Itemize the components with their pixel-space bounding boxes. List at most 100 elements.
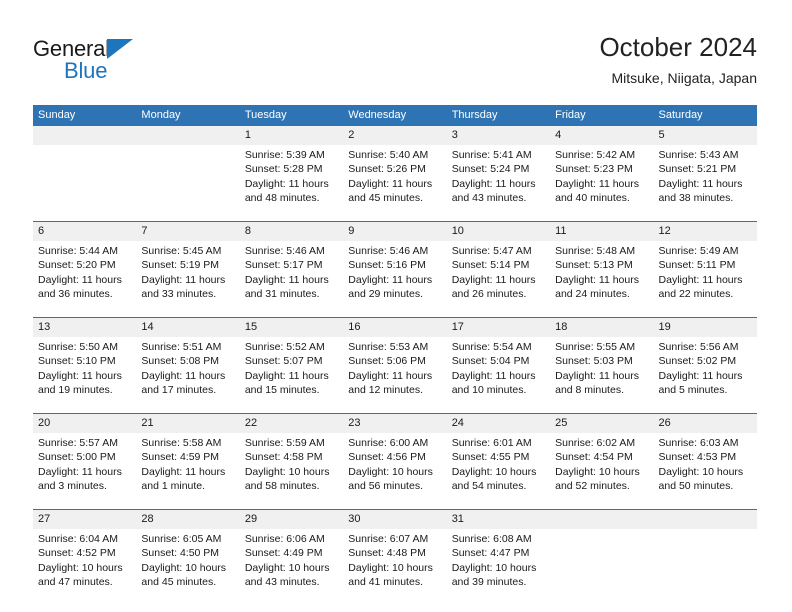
day-info: Sunrise: 5:50 AM Sunset: 5:10 PM Dayligh…	[33, 337, 137, 406]
sunset-text: Sunset: 5:28 PM	[244, 163, 323, 176]
daylight-text: Daylight: 10 hours and 50 minutes.	[658, 465, 744, 493]
daylight-text: Daylight: 10 hours and 47 minutes.	[38, 561, 123, 589]
week-2-info-row: Sunrise: 5:44 AM Sunset: 5:20 PM Dayligh…	[33, 241, 757, 310]
daylight-text: Daylight: 11 hours and 24 minutes.	[555, 273, 639, 301]
day-info: Sunrise: 5:46 AM Sunset: 5:16 PM Dayligh…	[343, 241, 447, 310]
sunrise-text: Sunrise: 6:05 AM	[141, 533, 222, 545]
day-number[interactable]: 28	[136, 509, 240, 529]
day-number[interactable]: 15	[239, 317, 344, 337]
day-number[interactable]: 19	[653, 317, 757, 337]
sunset-text: Sunset: 5:03 PM	[555, 355, 633, 368]
sunrise-text: Sunrise: 6:01 AM	[451, 437, 532, 449]
day-number[interactable]: 30	[343, 509, 447, 529]
day-number[interactable]: 22	[239, 413, 344, 433]
sunset-text: Sunset: 5:17 PM	[244, 259, 323, 272]
daylight-text: Daylight: 10 hours and 52 minutes.	[555, 465, 640, 493]
day-info: Sunrise: 5:42 AM Sunset: 5:23 PM Dayligh…	[550, 145, 654, 214]
sunset-text: Sunset: 4:52 PM	[38, 547, 116, 560]
day-number[interactable]: 16	[343, 317, 447, 337]
day-info: Sunrise: 5:40 AM Sunset: 5:26 PM Dayligh…	[343, 145, 447, 214]
sunset-text: Sunset: 5:10 PM	[38, 355, 116, 368]
week-separator	[33, 406, 757, 414]
week-3-info-row: Sunrise: 5:50 AM Sunset: 5:10 PM Dayligh…	[33, 337, 757, 406]
day-number[interactable]: 26	[653, 413, 757, 433]
sunset-text: Sunset: 5:07 PM	[244, 355, 323, 368]
general-blue-logo[interactable]: General Blue	[33, 37, 173, 89]
day-number[interactable]: 20	[33, 413, 137, 433]
sunset-text: Sunset: 5:21 PM	[658, 163, 737, 176]
sunrise-text: Sunrise: 5:40 AM	[348, 149, 429, 161]
daylight-text: Daylight: 10 hours and 39 minutes.	[451, 561, 537, 589]
day-info-empty	[653, 529, 757, 598]
sunrise-text: Sunrise: 6:04 AM	[38, 533, 118, 545]
day-number[interactable]: 5	[653, 126, 757, 145]
day-info: Sunrise: 5:49 AM Sunset: 5:11 PM Dayligh…	[653, 241, 757, 310]
day-number[interactable]: 6	[33, 221, 137, 241]
day-info-empty	[550, 529, 654, 598]
sunrise-text: Sunrise: 5:52 AM	[244, 341, 325, 353]
day-number[interactable]: 21	[136, 413, 240, 433]
daylight-text: Daylight: 11 hours and 36 minutes.	[38, 273, 122, 301]
sunset-text: Sunset: 5:26 PM	[348, 163, 426, 176]
sunrise-text: Sunrise: 5:57 AM	[38, 437, 118, 449]
day-number[interactable]: 14	[136, 317, 240, 337]
day-number[interactable]: 31	[446, 509, 551, 529]
daylight-text: Daylight: 10 hours and 45 minutes.	[141, 561, 227, 589]
week-1-date-row: 1 2 3 4 5	[33, 126, 757, 145]
day-info: Sunrise: 5:53 AM Sunset: 5:06 PM Dayligh…	[343, 337, 447, 406]
day-number[interactable]: 24	[446, 413, 551, 433]
sunset-text: Sunset: 4:55 PM	[451, 451, 530, 464]
sunset-text: Sunset: 4:48 PM	[348, 547, 426, 560]
day-number[interactable]: 13	[33, 317, 137, 337]
sunset-text: Sunset: 5:06 PM	[348, 355, 426, 368]
sunrise-text: Sunrise: 6:00 AM	[348, 437, 429, 449]
sunrise-text: Sunrise: 5:53 AM	[348, 341, 429, 353]
day-cell-empty	[653, 509, 757, 529]
week-separator	[33, 310, 757, 318]
sunrise-text: Sunrise: 6:03 AM	[658, 437, 739, 449]
sunrise-text: Sunrise: 5:39 AM	[244, 149, 325, 161]
day-info: Sunrise: 5:43 AM Sunset: 5:21 PM Dayligh…	[653, 145, 757, 214]
day-number[interactable]: 25	[550, 413, 654, 433]
sunrise-text: Sunrise: 5:59 AM	[244, 437, 325, 449]
weekday-header-wednesday: Wednesday	[343, 105, 447, 126]
sunset-text: Sunset: 4:50 PM	[141, 547, 220, 560]
sunset-text: Sunset: 4:47 PM	[451, 547, 530, 560]
day-number[interactable]: 17	[446, 317, 551, 337]
day-number[interactable]: 18	[550, 317, 654, 337]
day-number[interactable]: 8	[239, 221, 344, 241]
sunset-text: Sunset: 5:13 PM	[555, 259, 633, 272]
day-info: Sunrise: 6:03 AM Sunset: 4:53 PM Dayligh…	[653, 433, 757, 502]
daylight-text: Daylight: 11 hours and 31 minutes.	[244, 273, 329, 301]
sunrise-text: Sunrise: 5:56 AM	[658, 341, 739, 353]
day-number[interactable]: 4	[550, 126, 654, 145]
day-number[interactable]: 23	[343, 413, 447, 433]
sunrise-text: Sunrise: 5:41 AM	[451, 149, 532, 161]
day-number[interactable]: 11	[550, 221, 654, 241]
day-info: Sunrise: 5:51 AM Sunset: 5:08 PM Dayligh…	[136, 337, 240, 406]
day-number[interactable]: 2	[343, 126, 447, 145]
day-number[interactable]: 27	[33, 509, 137, 529]
sunset-text: Sunset: 4:59 PM	[141, 451, 220, 464]
daylight-text: Daylight: 11 hours and 15 minutes.	[244, 369, 329, 397]
day-info: Sunrise: 5:48 AM Sunset: 5:13 PM Dayligh…	[550, 241, 654, 310]
weekday-header-friday: Friday	[550, 105, 654, 126]
day-info: Sunrise: 6:05 AM Sunset: 4:50 PM Dayligh…	[136, 529, 240, 598]
day-number[interactable]: 1	[239, 126, 344, 145]
sunset-text: Sunset: 4:53 PM	[658, 451, 737, 464]
day-number[interactable]: 29	[239, 509, 344, 529]
day-number[interactable]: 7	[136, 221, 240, 241]
daylight-text: Daylight: 11 hours and 33 minutes.	[141, 273, 226, 301]
day-info: Sunrise: 5:55 AM Sunset: 5:03 PM Dayligh…	[550, 337, 654, 406]
daylight-text: Daylight: 10 hours and 41 minutes.	[348, 561, 433, 589]
day-number[interactable]: 9	[343, 221, 447, 241]
sunrise-text: Sunrise: 5:50 AM	[38, 341, 118, 353]
sunrise-text: Sunrise: 6:08 AM	[451, 533, 532, 545]
day-number[interactable]: 12	[653, 221, 757, 241]
daylight-text: Daylight: 10 hours and 58 minutes.	[244, 465, 330, 493]
daylight-text: Daylight: 11 hours and 5 minutes.	[658, 369, 743, 397]
day-number[interactable]: 3	[446, 126, 551, 145]
sunset-text: Sunset: 5:00 PM	[38, 451, 116, 464]
day-number[interactable]: 10	[446, 221, 551, 241]
day-info: Sunrise: 5:41 AM Sunset: 5:24 PM Dayligh…	[446, 145, 551, 214]
